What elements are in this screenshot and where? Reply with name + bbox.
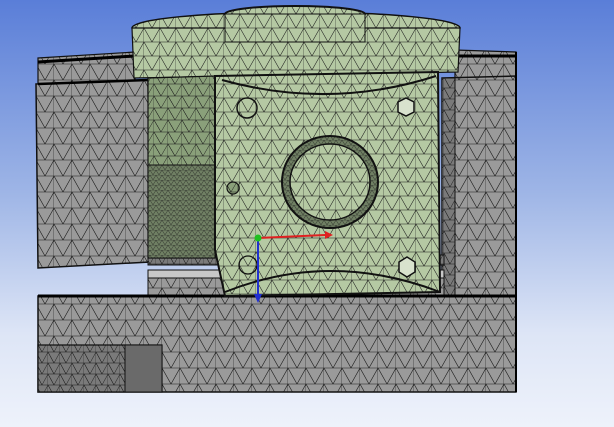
y-axis-origin-marker [254, 234, 262, 242]
green-part[interactable] [131, 5, 461, 298]
bore-hole[interactable] [281, 135, 379, 229]
mesh-scene[interactable] [0, 0, 614, 427]
graphics-viewport[interactable] [0, 0, 614, 427]
